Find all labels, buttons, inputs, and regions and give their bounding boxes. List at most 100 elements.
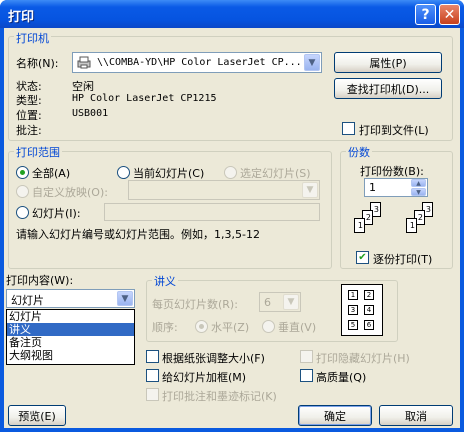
copies-count-input[interactable]: 1 ▲ ▼ [364,178,428,197]
high-quality-checkbox[interactable] [300,369,313,382]
copies-count-label: 打印份数(B): [360,165,424,178]
frame-slides-label[interactable]: 给幻灯片加框(M) [162,369,246,385]
cell-number: 1 [350,291,356,299]
slides-input[interactable] [104,203,320,221]
scale-to-fit-checkbox[interactable] [146,350,159,363]
printer-select[interactable]: \\COMBA-YD\HP Color LaserJet CP... ▼ [72,52,322,73]
custom-show-select[interactable]: ▼ [128,180,320,200]
cancel-button-label: 取消 [405,409,427,423]
printer-name-value: \\COMBA-YD\HP Color LaserJet CP... [97,57,302,68]
printer-icon [76,56,92,69]
printer-name-label: 名称(N): [16,57,59,70]
per-page-select[interactable]: 6 ▼ [259,292,301,312]
print-what-list: 幻灯片 讲义 备注页 大纲视图 [6,309,135,365]
copies-legend: 份数 [346,144,372,160]
location-value: USB001 [72,108,109,119]
range-selection-radio[interactable] [224,166,237,179]
print-what-option[interactable]: 备注页 [7,336,134,349]
print-what-dropdown[interactable]: ▼ [117,291,133,306]
find-printer-button-label: 查找打印机(D)... [346,82,430,96]
print-comments-checkbox[interactable] [146,388,159,401]
print-to-file-label[interactable]: 打印到文件(L) [359,122,429,138]
order-label: 顺序: [152,321,178,334]
chevron-up-icon: ▲ [416,179,421,187]
chevron-down-icon: ▼ [287,297,295,307]
per-page-value: 6 [264,296,271,309]
help-icon: ? [421,6,430,23]
collate-illustration: 3 2 1 3 2 1 [352,200,444,244]
preview-cell: 6 [364,320,374,330]
order-vertical-radio[interactable] [262,320,275,333]
range-custom-show-label[interactable]: 自定义放映(O): [32,184,108,200]
print-to-file-checkbox[interactable] [342,122,355,135]
chevron-down-icon: ▼ [121,293,129,304]
print-what-select[interactable]: 幻灯片 ▼ [6,289,135,308]
handouts-legend: 讲义 [152,273,178,289]
cancel-button[interactable]: 取消 [379,405,453,426]
range-all-radio[interactable] [16,166,29,179]
collate-page: 1 [354,218,365,233]
ok-button[interactable]: 确定 [298,405,372,426]
per-page-label: 每页幻灯片数(R): [152,298,238,311]
ok-button-label: 确定 [324,409,346,423]
collate-label[interactable]: 逐份打印(T) [373,251,432,267]
page-number: 3 [373,205,379,214]
type-value: HP Color LaserJet CP1215 [72,93,217,104]
range-hint: 请输入幻灯片编号或幻灯片范围。例如，1,3,5-12 [16,228,260,241]
copies-count-value: 1 [369,181,376,194]
print-comments-label[interactable]: 打印批注和墨迹标记(K) [162,388,277,404]
frame-slides-checkbox[interactable] [146,369,159,382]
preview-button[interactable]: 预览(E) [8,405,66,426]
properties-button[interactable]: 属性(P) [334,52,442,73]
range-current-slide-radio[interactable] [117,166,130,179]
print-what-value: 幻灯片 [11,294,44,307]
print-hidden-label[interactable]: 打印隐藏幻灯片(H) [316,350,410,366]
handout-layout-preview: 1 2 3 4 5 6 [341,284,383,336]
printer-legend: 打印机 [14,30,51,46]
print-hidden-checkbox[interactable] [300,350,313,363]
preview-cell: 5 [348,320,358,330]
order-horizontal-radio[interactable] [195,320,208,333]
page-number: 3 [425,205,431,214]
custom-show-dropdown[interactable]: ▼ [302,182,318,198]
print-what-option[interactable]: 幻灯片 [7,310,134,323]
cell-number: 5 [350,321,356,329]
page-number: 1 [409,221,415,230]
per-page-dropdown[interactable]: ▼ [283,294,299,310]
cell-number: 6 [366,321,372,329]
print-dialog: 打印 ? ✕ 打印机 名称(N): \\COMBA-YD\HP Color La… [0,0,464,432]
collate-checkbox[interactable]: ✔ [356,251,369,264]
chevron-down-icon: ▼ [306,185,314,195]
range-selection-label[interactable]: 选定幻灯片(S) [240,165,311,181]
comment-label: 批注: [16,124,42,137]
collate-page: 1 [406,218,417,233]
dialog-body: 打印机 名称(N): \\COMBA-YD\HP Color LaserJet … [4,28,460,428]
print-what-label: 打印内容(W): [6,274,74,287]
range-slides-label[interactable]: 幻灯片(I): [32,205,81,221]
chevron-down-icon: ▼ [308,57,316,68]
close-icon: ✕ [443,6,456,23]
properties-button-label: 属性(P) [369,56,407,70]
cell-number: 3 [350,306,356,314]
order-horizontal-label[interactable]: 水平(Z) [211,319,249,335]
copies-spin-up[interactable]: ▲ [411,179,426,187]
find-printer-button[interactable]: 查找打印机(D)... [334,78,442,99]
status-value: 空闲 [72,80,94,93]
help-button[interactable]: ? [415,4,436,25]
window-title: 打印 [8,10,35,25]
close-button[interactable]: ✕ [439,4,460,25]
range-custom-show-radio[interactable] [16,185,29,198]
copies-spin-down[interactable]: ▼ [411,188,426,196]
scale-to-fit-label[interactable]: 根据纸张调整大小(F) [162,350,265,366]
range-current-slide-label[interactable]: 当前幻灯片(C) [133,165,204,181]
print-what-option[interactable]: 讲义 [7,323,134,336]
printer-select-dropdown[interactable]: ▼ [304,54,320,71]
preview-cell: 3 [348,305,358,315]
order-vertical-label[interactable]: 垂直(V) [278,319,316,335]
high-quality-label[interactable]: 高质量(Q) [316,369,366,385]
cell-number: 2 [366,291,372,299]
range-all-label[interactable]: 全部(A) [32,165,70,181]
print-what-option[interactable]: 大纲视图 [7,349,134,362]
range-slides-radio[interactable] [16,206,29,219]
preview-cell: 1 [348,290,358,300]
